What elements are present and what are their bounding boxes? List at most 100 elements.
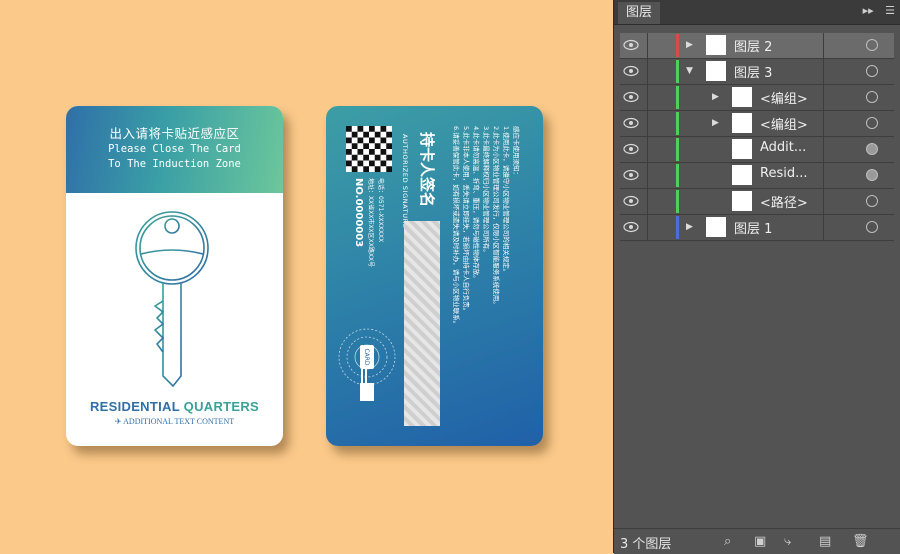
- layer-thumbnail: [732, 139, 752, 159]
- layer-row[interactable]: <路径>: [620, 189, 894, 215]
- layers-panel: 图层 ▸▸ ☰ ▶ 图层 2 ▼ 图层 3 ▶ <编组> ▶ <编组> Addit... Resi…: [613, 0, 900, 554]
- card-address: 地址：XX省XX市XX区XX路XX号: [367, 178, 374, 268]
- expand-arrow-icon[interactable]: ▶: [686, 40, 693, 50]
- layer-name[interactable]: <编组>: [760, 114, 808, 133]
- rule-item: 1.使用此卡，请遵守小区物业管理公司的相关规定。: [502, 126, 510, 276]
- expand-arrow-icon[interactable]: ▶: [712, 92, 719, 102]
- layer-name[interactable]: Addit...: [760, 140, 806, 155]
- target-circle-icon[interactable]: [866, 143, 878, 155]
- new-layer-icon[interactable]: ▤: [819, 534, 831, 549]
- layer-thumbnail: [706, 35, 726, 55]
- lock-toggle[interactable]: [647, 59, 648, 84]
- eye-icon[interactable]: [623, 91, 639, 103]
- panel-menu-icon[interactable]: ☰: [885, 4, 895, 17]
- layer-color-bar: [676, 190, 679, 213]
- rules-heading: 感应卡使用须知：: [512, 126, 520, 178]
- layer-row[interactable]: ▼ 图层 3: [620, 59, 894, 85]
- search-icon[interactable]: ⌕: [724, 534, 731, 549]
- layer-thumbnail: [706, 217, 726, 237]
- eye-icon[interactable]: [623, 221, 639, 233]
- layer-name[interactable]: Resid...: [760, 166, 807, 181]
- target-circle-icon[interactable]: [866, 39, 878, 51]
- target-circle-icon[interactable]: [866, 65, 878, 77]
- additional-text-label: ADDITIONAL TEXT CONTENT: [123, 417, 235, 426]
- layer-row[interactable]: ▶ <编组>: [620, 85, 894, 111]
- row-divider: [823, 137, 824, 162]
- target-circle-icon[interactable]: [866, 195, 878, 207]
- rule-item: 3.此卡最终解释权归小区物业管理公司所有。: [482, 126, 490, 256]
- eye-icon[interactable]: [623, 169, 639, 181]
- target-circle-icon[interactable]: [866, 169, 878, 181]
- key-icon: [135, 211, 209, 388]
- eye-icon[interactable]: [623, 39, 639, 51]
- lock-toggle[interactable]: [647, 189, 648, 214]
- layer-name[interactable]: 图层 2: [734, 36, 772, 55]
- signature-label-en: AUTHORIZED SIGNATURE: [401, 134, 409, 229]
- lock-toggle[interactable]: [647, 215, 648, 240]
- clipping-mask-icon[interactable]: ▣: [754, 534, 766, 549]
- eye-icon[interactable]: [623, 117, 639, 129]
- brand-name: RESIDENTIAL QUARTERS: [66, 399, 283, 414]
- signature-label: 持卡人签名: [418, 132, 436, 208]
- rule-item: 4.此卡请勿高温、折弯、重压，请勿与磁性物体存放。: [472, 126, 480, 282]
- lock-toggle[interactable]: [647, 85, 648, 110]
- layer-color-bar: [676, 60, 679, 83]
- layer-thumbnail: [732, 165, 752, 185]
- card-front: 出入请将卡贴近感应区 Please Close The Card To The …: [66, 106, 283, 446]
- new-sublayer-icon[interactable]: ⤷: [784, 534, 791, 549]
- card-label: CARD: [363, 348, 370, 365]
- additional-text: ✈ ADDITIONAL TEXT CONTENT: [66, 417, 283, 426]
- layer-row[interactable]: ▶ 图层 2: [620, 33, 894, 59]
- target-circle-icon[interactable]: [866, 117, 878, 129]
- eye-icon[interactable]: [623, 195, 639, 207]
- layer-thumbnail: [732, 191, 752, 211]
- card-instruction-line1: Please Close The Card: [108, 143, 241, 155]
- layer-count: 3 个图层: [620, 537, 672, 552]
- layer-color-bar: [676, 34, 679, 57]
- layer-name[interactable]: <路径>: [760, 192, 808, 211]
- panel-tab-icons: ▸▸ ☰: [863, 4, 895, 17]
- row-divider: [823, 111, 824, 136]
- lock-toggle[interactable]: [647, 111, 648, 136]
- rule-item: 2.此卡为小区物业管理公司发行，仅限小区智能服务系统使用。: [492, 126, 500, 308]
- eye-icon[interactable]: [623, 65, 639, 77]
- rule-item: 5.此卡非本人使用，丢失请立即挂失，若损坏由持卡人自行负责。: [462, 126, 470, 315]
- layer-row[interactable]: ▶ <编组>: [620, 111, 894, 137]
- tap-card-icon: CARD: [338, 328, 396, 401]
- collapse-panel-icon[interactable]: ▸▸: [863, 4, 874, 17]
- target-circle-icon[interactable]: [866, 221, 878, 233]
- artboard-canvas: 出入请将卡贴近感应区 Please Close The Card To The …: [0, 0, 613, 553]
- expand-arrow-icon[interactable]: ▶: [712, 118, 719, 128]
- trash-icon[interactable]: 🗑: [852, 534, 869, 549]
- layer-row[interactable]: Addit...: [620, 137, 894, 163]
- layer-name[interactable]: 图层 3: [734, 62, 772, 81]
- qr-code: [346, 126, 392, 172]
- card-title-cn: 出入请将卡贴近感应区: [109, 126, 240, 141]
- layer-name[interactable]: <编组>: [760, 88, 808, 107]
- brand-name-part2: QUARTERS: [183, 399, 260, 414]
- card-back: NO.0000003 地址：XX省XX市XX区XX路XX号 电话：0571-XX…: [326, 106, 543, 446]
- card-phone: 电话：0571-XXXXXXX: [377, 178, 384, 243]
- tab-layers[interactable]: 图层: [618, 2, 661, 24]
- layer-color-bar: [676, 164, 679, 187]
- eye-icon[interactable]: [623, 143, 639, 155]
- bird-icon: ✈: [114, 417, 122, 426]
- layer-thumbnail: [732, 87, 752, 107]
- layers-list: ▶ 图层 2 ▼ 图层 3 ▶ <编组> ▶ <编组> Addit... Resid... <路径>…: [620, 33, 894, 241]
- row-divider: [823, 163, 824, 188]
- target-circle-icon[interactable]: [866, 91, 878, 103]
- brand-name-part1: RESIDENTIAL: [89, 399, 180, 414]
- layer-thumbnail: [706, 61, 726, 81]
- lock-toggle[interactable]: [647, 33, 648, 58]
- lock-toggle[interactable]: [647, 137, 648, 162]
- layer-name[interactable]: 图层 1: [734, 218, 772, 237]
- collapse-arrow-icon[interactable]: ▼: [686, 66, 693, 76]
- layer-row[interactable]: Resid...: [620, 163, 894, 189]
- expand-arrow-icon[interactable]: ▶: [686, 222, 693, 232]
- layer-row[interactable]: ▶ 图层 1: [620, 215, 894, 241]
- row-divider: [823, 59, 824, 84]
- layer-color-bar: [676, 86, 679, 109]
- card-instruction-line2: To The Induction Zone: [108, 158, 241, 170]
- lock-toggle[interactable]: [647, 163, 648, 188]
- row-divider: [823, 85, 824, 110]
